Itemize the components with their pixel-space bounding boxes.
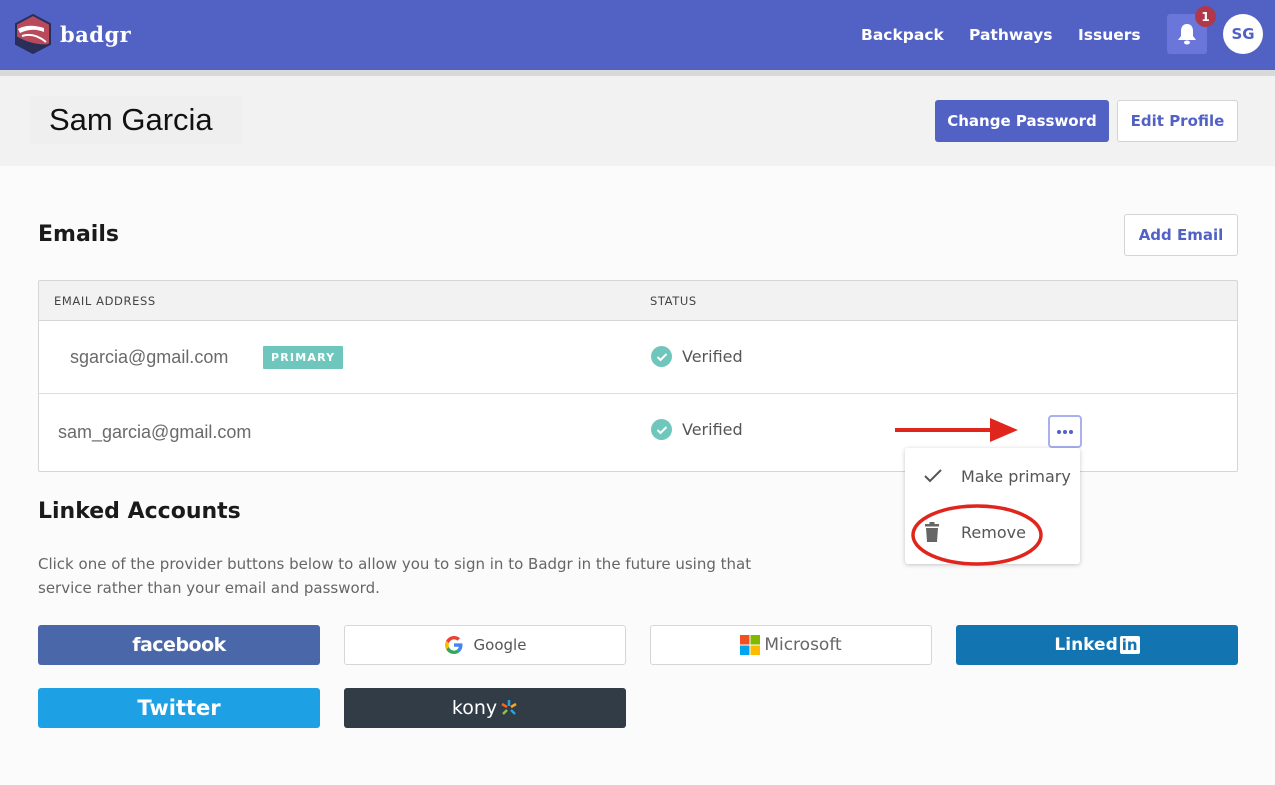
email-address: sgarcia@gmail.com: [70, 347, 229, 367]
column-status: STATUS: [650, 294, 697, 308]
linkedin-in-icon: in: [1119, 636, 1140, 654]
menu-item-remove[interactable]: Remove: [905, 507, 1080, 557]
status-verified: Verified: [651, 346, 743, 367]
kony-label: kony: [451, 697, 498, 719]
microsoft-signin-button[interactable]: Microsoft: [650, 625, 932, 665]
emails-heading: Emails: [38, 222, 119, 247]
menu-item-label: Make primary: [961, 466, 1071, 486]
edit-profile-button[interactable]: Edit Profile: [1117, 100, 1238, 142]
kony-signin-button[interactable]: kony: [344, 688, 626, 728]
email-options-menu: Make primary Remove: [905, 448, 1080, 564]
email-address: sam_garcia@gmail.com: [58, 422, 252, 442]
checkmark-icon: [924, 469, 942, 483]
nav-issuers[interactable]: Issuers: [1078, 26, 1141, 44]
user-avatar[interactable]: SG: [1223, 14, 1263, 54]
linkedin-signin-button[interactable]: Linked in: [956, 625, 1238, 665]
bell-icon: [1178, 24, 1196, 45]
top-navigation-bar: badgr Backpack Pathways Issuers 1 SG: [0, 0, 1275, 76]
dot-icon: [1063, 429, 1067, 434]
more-options-button[interactable]: [1048, 415, 1082, 448]
change-password-button[interactable]: Change Password: [935, 100, 1109, 142]
notification-count-badge: 1: [1195, 6, 1216, 27]
menu-item-label: Remove: [961, 522, 1026, 542]
table-header: EMAIL ADDRESS STATUS: [39, 281, 1237, 321]
dot-icon: [1069, 429, 1073, 434]
nav-pathways[interactable]: Pathways: [969, 26, 1052, 44]
nav-backpack[interactable]: Backpack: [861, 26, 944, 44]
profile-name: Sam Garcia: [30, 96, 242, 144]
status-text: Verified: [682, 347, 743, 366]
check-circle-icon: [651, 346, 672, 367]
brand-name: badgr: [60, 21, 132, 47]
twitter-signin-button[interactable]: Twitter: [38, 688, 320, 728]
menu-item-make-primary[interactable]: Make primary: [905, 451, 1080, 501]
twitter-label: Twitter: [137, 696, 221, 720]
google-label: Google: [473, 636, 527, 654]
google-logo-icon: [444, 636, 463, 654]
linked-accounts-description: Click one of the provider buttons below …: [38, 555, 752, 597]
facebook-label: facebook: [132, 634, 226, 656]
check-circle-icon: [651, 419, 672, 440]
table-row: sgarcia@gmail.com PRIMARY Verified: [39, 321, 1237, 394]
microsoft-label: Microsoft: [764, 635, 842, 655]
badgr-logo[interactable]: badgr: [14, 14, 131, 54]
column-email-address: EMAIL ADDRESS: [54, 294, 156, 308]
google-signin-button[interactable]: Google: [344, 625, 626, 665]
kony-logo-icon: [501, 700, 517, 715]
facebook-signin-button[interactable]: facebook: [38, 625, 320, 665]
linked-accounts-heading: Linked Accounts: [38, 499, 241, 524]
trash-icon: [925, 522, 939, 542]
microsoft-logo-icon: [740, 635, 761, 655]
add-email-button[interactable]: Add Email: [1124, 214, 1238, 256]
badger-logo-icon: [15, 14, 51, 54]
status-text: Verified: [682, 420, 743, 439]
linkedin-label: Linked: [1054, 635, 1118, 655]
primary-badge: PRIMARY: [263, 346, 344, 369]
status-verified: Verified: [651, 419, 743, 440]
dot-icon: [1057, 429, 1061, 434]
